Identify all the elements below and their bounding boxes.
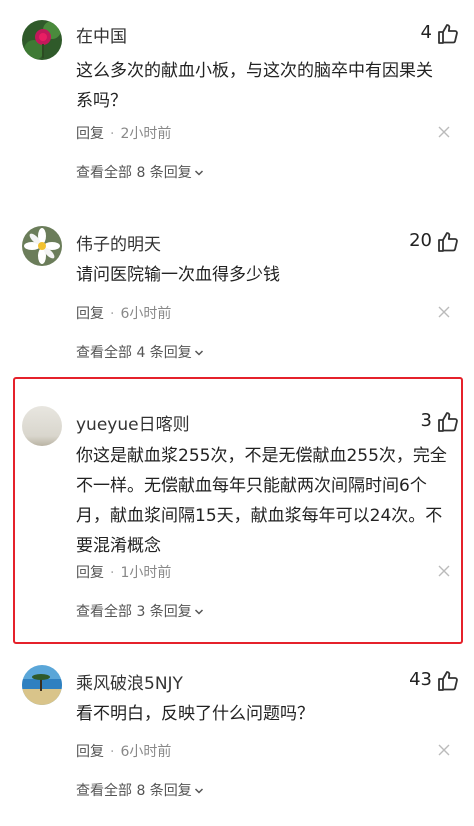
- thumbs-up-icon[interactable]: [436, 410, 460, 434]
- comment-item: 乘风破浪5NJY 43 看不明白，反映了什么问题吗？ 回复 · 6小时前 查看全部 …: [0, 661, 474, 811]
- username[interactable]: 伟子的明天: [76, 230, 161, 255]
- view-all-replies-button[interactable]: 查看全部 8 条回复: [76, 780, 204, 800]
- separator-dot: ·: [110, 306, 115, 322]
- comment-line: 这么多次的献血小板，与这次的脑卒中有因果关: [76, 61, 433, 81]
- comment-text: 请问医院输一次血得多少钱: [76, 260, 454, 290]
- comment-meta: 回复 · 6小时前: [76, 303, 171, 323]
- username[interactable]: yueyue日喀则: [76, 410, 190, 435]
- like-count: 20: [409, 230, 432, 251]
- thumbs-up-icon[interactable]: [436, 669, 460, 693]
- comment-meta: 回复 · 1小时前: [76, 562, 171, 582]
- username[interactable]: 乘风破浪5NJY: [76, 669, 183, 694]
- view-all-label: 查看全部 8 条回复: [76, 783, 192, 799]
- close-icon[interactable]: [438, 744, 450, 756]
- avatar[interactable]: [22, 226, 62, 266]
- comment-line: 请问医院输一次血得多少钱: [76, 265, 280, 285]
- comment-line: 系吗？: [76, 91, 127, 111]
- chevron-down-icon: [194, 788, 203, 794]
- avatar[interactable]: [22, 20, 62, 60]
- username[interactable]: 在中国: [76, 22, 127, 47]
- reply-button[interactable]: 回复: [76, 565, 104, 581]
- chevron-down-icon: [194, 170, 203, 176]
- comment-meta: 回复 · 6小时前: [76, 741, 171, 761]
- comment-item: yueyue日喀则 3 你这是献血浆255次，不是无偿献血255次，完全 不一样…: [0, 402, 474, 632]
- comment-meta: 回复 · 2小时前: [76, 123, 171, 143]
- view-all-replies-button[interactable]: 查看全部 3 条回复: [76, 601, 204, 621]
- comment-item: 伟子的明天 20 请问医院输一次血得多少钱 回复 · 6小时前 查看全部 4 条回复: [0, 222, 474, 372]
- like-count: 3: [420, 410, 432, 431]
- timestamp: 2小时前: [120, 126, 172, 142]
- thumbs-up-icon[interactable]: [436, 230, 460, 254]
- comment-line: 不一样。无偿献血每年只能献两次间隔时间6个: [76, 476, 427, 496]
- thumbs-up-icon[interactable]: [436, 22, 460, 46]
- timestamp: 6小时前: [120, 306, 172, 322]
- reply-button[interactable]: 回复: [76, 126, 104, 142]
- view-all-label: 查看全部 8 条回复: [76, 165, 192, 181]
- comment-text: 这么多次的献血小板，与这次的脑卒中有因果关 系吗？: [76, 56, 454, 116]
- reply-button[interactable]: 回复: [76, 306, 104, 322]
- comment-line: 月，献血浆间隔15天，献血浆每年可以24次。不: [76, 506, 443, 526]
- comment-line: 看不明白，反映了什么问题吗？: [76, 704, 314, 724]
- like-count: 4: [420, 22, 432, 43]
- timestamp: 6小时前: [120, 744, 172, 760]
- avatar[interactable]: [22, 665, 62, 705]
- view-all-label: 查看全部 4 条回复: [76, 345, 192, 361]
- view-all-label: 查看全部 3 条回复: [76, 604, 192, 620]
- chevron-down-icon: [194, 350, 203, 356]
- comment-line: 要混淆概念: [76, 536, 161, 556]
- chevron-down-icon: [194, 609, 203, 615]
- separator-dot: ·: [110, 126, 115, 142]
- avatar[interactable]: [22, 406, 62, 446]
- timestamp: 1小时前: [120, 565, 172, 581]
- view-all-replies-button[interactable]: 查看全部 4 条回复: [76, 342, 204, 362]
- comment-item: 在中国 4 这么多次的献血小板，与这次的脑卒中有因果关 系吗？ 回复 · 2小时前 …: [0, 14, 474, 184]
- separator-dot: ·: [110, 565, 115, 581]
- view-all-replies-button[interactable]: 查看全部 8 条回复: [76, 162, 204, 182]
- comment-text: 你这是献血浆255次，不是无偿献血255次，完全 不一样。无偿献血每年只能献两次…: [76, 441, 454, 561]
- reply-button[interactable]: 回复: [76, 744, 104, 760]
- comment-text: 看不明白，反映了什么问题吗？: [76, 699, 454, 729]
- separator-dot: ·: [110, 744, 115, 760]
- comment-line: 你这是献血浆255次，不是无偿献血255次，完全: [76, 446, 447, 466]
- close-icon[interactable]: [438, 306, 450, 318]
- like-count: 43: [409, 669, 432, 690]
- close-icon[interactable]: [438, 126, 450, 138]
- close-icon[interactable]: [438, 565, 450, 577]
